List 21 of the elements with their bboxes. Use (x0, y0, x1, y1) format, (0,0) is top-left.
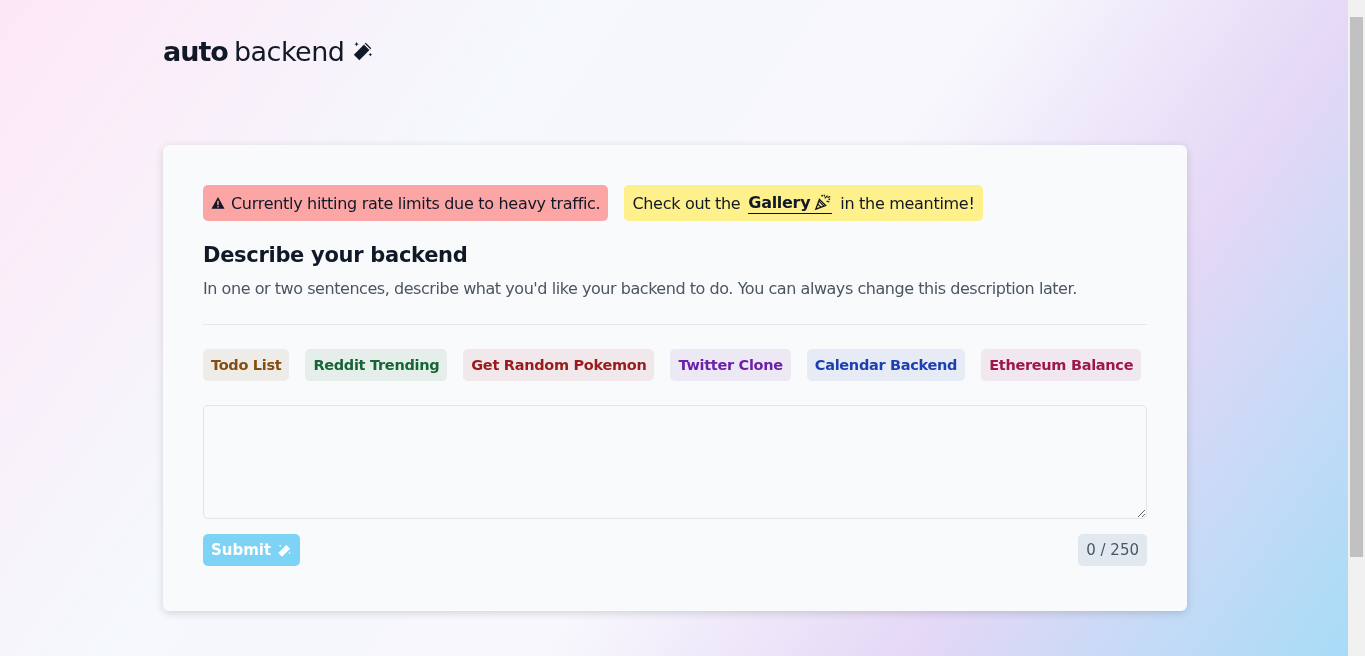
character-counter: 0 / 250 (1078, 534, 1147, 566)
magic-wand-icon (352, 40, 375, 62)
description-text: In one or two sentences, describe what you'd like your backend to do. You can always change this description later. (203, 279, 1078, 298)
warning-text: Currently hitting rate limits due to heavy traffic. (231, 193, 601, 213)
warning-icon (211, 196, 225, 210)
example-chip[interactable]: Twitter Clone (670, 349, 791, 381)
magic-wand-icon (277, 542, 293, 558)
example-chip[interactable]: Ethereum Balance (981, 349, 1142, 381)
example-chip[interactable]: Todo List (203, 349, 290, 381)
party-popper-icon (814, 193, 833, 211)
logo-text: auto (163, 35, 228, 67)
section-heading: Describe your backend (203, 243, 469, 267)
example-chip[interactable]: Reddit Trending (305, 349, 448, 381)
example-chip[interactable]: Get Random Pokemon (463, 349, 655, 381)
example-chip[interactable]: Calendar Backend (806, 349, 966, 381)
scrollbar[interactable] (1348, 0, 1365, 656)
gallery-link[interactable]: Gallery (748, 192, 833, 214)
description-input[interactable] (203, 405, 1147, 519)
info-text: in the meantime! (840, 193, 975, 213)
info-text: Check out the (632, 193, 741, 213)
logo-text: backend (233, 35, 345, 67)
